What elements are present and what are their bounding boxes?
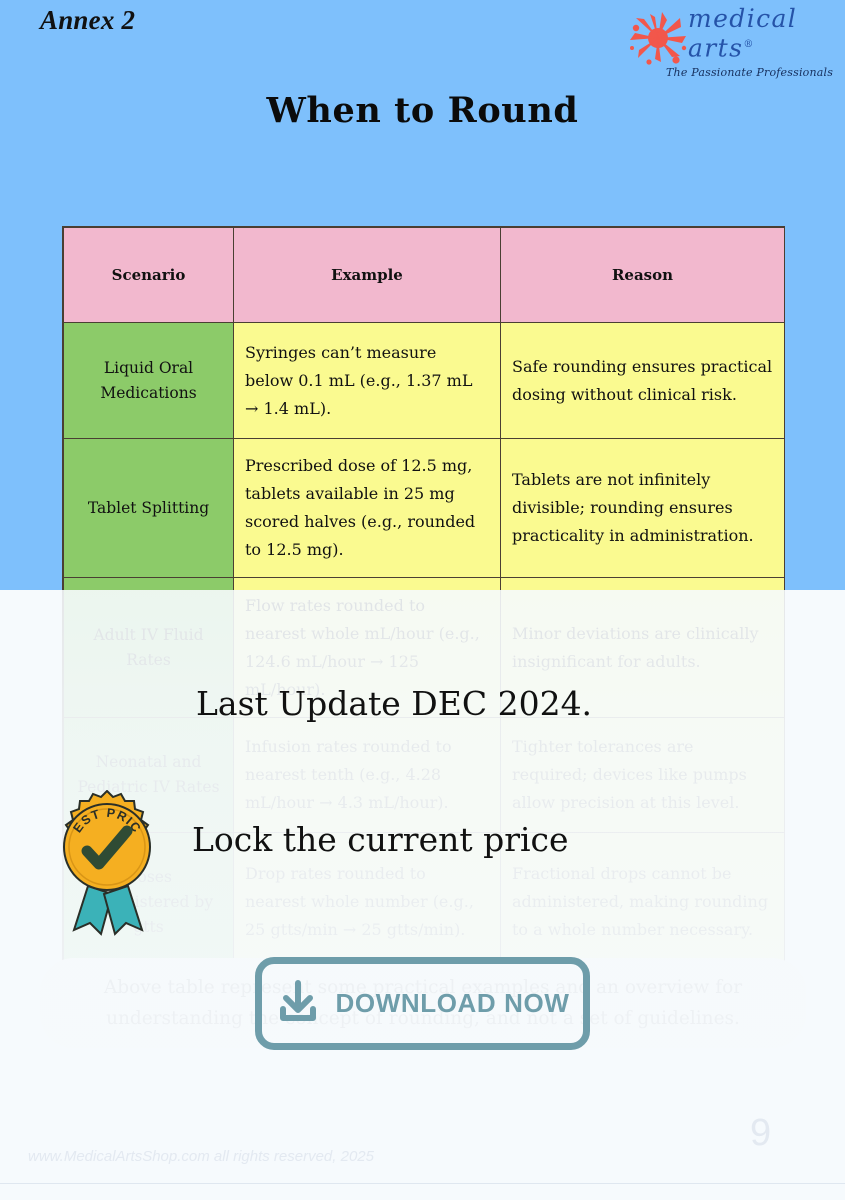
page-number: 9 [750, 1112, 772, 1154]
rounding-table: Scenario Example Reason Liquid Oral Medi… [62, 226, 785, 973]
column-header-scenario: Scenario [63, 227, 234, 323]
logo-name-line2: arts® [688, 33, 754, 63]
cell-scenario: Tablet Splitting [63, 438, 234, 578]
brand-logo: medical arts® The Passionate Professiona… [620, 4, 834, 88]
table-row: Tablet Splitting Prescribed dose of 12.5… [63, 438, 785, 578]
cell-example: Syringes can’t measure below 0.1 mL (e.g… [233, 322, 501, 439]
download-now-button[interactable]: DOWNLOAD NOW [255, 957, 590, 1050]
splatter-logo-icon [628, 10, 688, 68]
cell-reason: Safe rounding ensures practical dosing w… [500, 322, 785, 439]
last-update-text: Last Update DEC 2024. [196, 684, 593, 723]
cell-example: Infusion rates rounded to nearest tenth … [233, 717, 501, 833]
cell-example: Prescribed dose of 12.5 mg, tablets avai… [233, 438, 501, 578]
table-row: Neonatal and Pediatric IV Rates Infusion… [63, 717, 785, 833]
footer-divider [0, 1183, 845, 1184]
column-header-example: Example [233, 227, 501, 323]
download-icon [276, 979, 320, 1028]
document-page: Annex 2 medical arts® The Passionate Pro… [0, 0, 845, 1200]
logo-tagline: The Passionate Professionals [666, 66, 834, 79]
column-header-reason: Reason [500, 227, 785, 323]
cell-scenario: Liquid Oral Medications [63, 322, 234, 439]
copyright-text: www.MedicalArtsShop.com all rights reser… [28, 1148, 374, 1165]
annex-label: Annex 2 [40, 5, 136, 35]
table-row: Liquid Oral Medications Syringes can’t m… [63, 322, 785, 439]
logo-wordmark: medical arts® [688, 6, 834, 61]
cell-reason: Tighter tolerances are required; devices… [500, 717, 785, 833]
table-header-row: Scenario Example Reason [63, 227, 785, 323]
download-now-label: DOWNLOAD NOW [335, 988, 570, 1018]
logo-name-line1: medical [688, 4, 798, 33]
cell-reason: Tablets are not infinitely divisible; ro… [500, 438, 785, 578]
registered-mark-icon: ® [743, 39, 754, 50]
lock-price-text: Lock the current price [192, 820, 569, 859]
page-title: When to Round [266, 90, 579, 131]
best-price-badge-icon: BEST PRICE [44, 789, 170, 936]
